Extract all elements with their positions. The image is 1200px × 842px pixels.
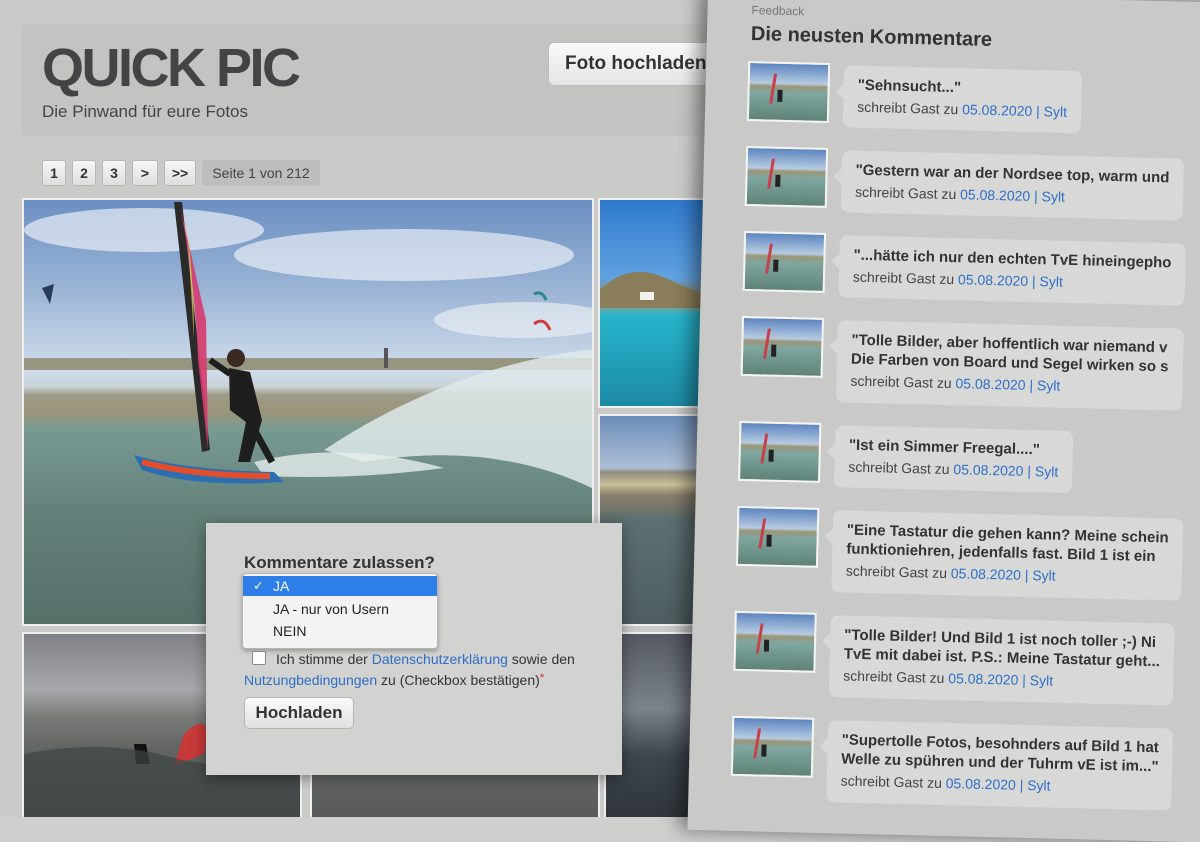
terms-checkbox[interactable] — [252, 651, 266, 665]
comment-thumbnail[interactable] — [744, 145, 829, 208]
terms-text-part: Ich stimme der — [276, 651, 368, 667]
comment-author: schreibt Gast zu — [840, 772, 943, 791]
comment-author: schreibt Gast zu — [845, 562, 948, 582]
rider-graphic — [773, 259, 779, 272]
feedback-panel: Feedback Die neusten Kommentare "Sehnsuc… — [687, 0, 1200, 842]
sail-graphic — [753, 728, 762, 759]
last-page-button[interactable]: >> — [164, 160, 196, 186]
page-3-button[interactable]: 3 — [102, 160, 126, 186]
comment-thumbnail[interactable] — [735, 505, 820, 568]
next-page-button[interactable]: > — [132, 160, 158, 186]
allow-comments-label: Kommentare zulassen? — [244, 553, 435, 572]
comment-thumbnail[interactable] — [738, 420, 822, 483]
comment-date-link[interactable]: 05.08.2020 — [960, 186, 1030, 204]
comment-author: schreibt Gast zu — [852, 268, 955, 288]
sail-graphic — [764, 243, 773, 274]
sail-graphic — [758, 518, 767, 549]
terms-text: Ich stimme der Datenschutzerklärung sowi… — [276, 651, 575, 667]
rider-graphic — [763, 639, 770, 652]
terms-text-part: sowie den — [511, 651, 575, 667]
comment-thumbnail[interactable] — [742, 230, 827, 293]
comment-bubble: "Eine Tastatur die gehen kann? Meine sch… — [831, 510, 1184, 601]
comment-thumbnail[interactable] — [740, 315, 825, 378]
comment-bubble: "Tolle Bilder, aber hoffentlich war niem… — [835, 320, 1184, 411]
comment-item: "Supertolle Fotos, besohnders auf Bild 1… — [730, 715, 1200, 811]
rider-graphic — [771, 344, 777, 357]
sail-graphic — [760, 433, 769, 464]
comment-bubble: "Sehnsucht..." schreibt Gast zu 05.08.20… — [842, 65, 1083, 134]
sail-graphic — [769, 73, 778, 104]
option-yes[interactable]: ✓ JA — [243, 576, 437, 596]
comment-meta: schreibt Gast zu 05.08.2020 | Sylt — [848, 457, 1058, 482]
privacy-policy-link[interactable]: Datenschutzerklärung — [372, 651, 508, 667]
site-subtitle: Die Pinwand für eure Fotos — [42, 102, 248, 121]
comment-location-link[interactable]: | Sylt — [1025, 567, 1056, 584]
sail-graphic — [762, 328, 771, 359]
upload-form: Kommentare zulassen? ✓ JA JA - nur von U… — [206, 523, 622, 775]
terms-text-continued: Nutzungbedingungen zu (Checkbox bestätig… — [244, 672, 544, 688]
comment-meta: schreibt Gast zu 05.08.2020 | Sylt — [857, 97, 1067, 122]
rider-graphic — [768, 449, 774, 462]
comment-date-link[interactable]: 05.08.2020 — [951, 565, 1021, 583]
comment-location-link[interactable]: | Sylt — [1019, 777, 1050, 794]
option-yes-label: JA — [273, 578, 290, 594]
comment-bubble: "Ist ein Simmer Freegal...." schreibt Ga… — [833, 425, 1074, 494]
comment-item: "Gestern war an der Nordsee top, warm un… — [744, 145, 1200, 228]
allow-comments-dropdown[interactable]: ✓ JA JA - nur von Usern NEIN — [242, 573, 438, 649]
page-info: Seite 1 von 212 — [202, 160, 320, 186]
comment-location-link[interactable]: | Sylt — [1029, 377, 1060, 394]
terms-of-use-link[interactable]: Nutzungbedingungen — [244, 672, 377, 688]
latest-comments-heading: Die neusten Kommentare — [750, 23, 993, 51]
comment-bubble: "...hätte ich nur den echten TvE hineing… — [838, 235, 1186, 306]
comment-location-link[interactable]: | Sylt — [1036, 103, 1067, 120]
required-marker: * — [539, 672, 545, 684]
checkmark-icon: ✓ — [253, 578, 264, 593]
comment-item: "Tolle Bilder! Und Bild 1 ist noch tolle… — [733, 610, 1200, 706]
comment-date-link[interactable]: 05.08.2020 — [953, 461, 1023, 479]
comment-location-link[interactable]: | Sylt — [1034, 188, 1065, 205]
comment-item: "Eine Tastatur die gehen kann? Meine sch… — [735, 505, 1200, 601]
rider-graphic — [761, 744, 767, 757]
option-users-only[interactable]: JA - nur von Usern — [243, 599, 437, 619]
comment-bubble: "Gestern war an der Nordsee top, warm un… — [840, 150, 1184, 221]
submit-upload-button[interactable]: Hochladen — [244, 697, 354, 729]
comment-date-link[interactable]: 05.08.2020 — [948, 670, 1018, 688]
terms-text-part: zu (Checkbox bestätigen) — [381, 672, 540, 688]
comment-bubble: "Tolle Bilder! Und Bild 1 ist noch tolle… — [828, 615, 1175, 706]
comment-author: schreibt Gast zu — [850, 372, 952, 392]
upload-photo-button[interactable]: Foto hochladen — [548, 42, 720, 86]
rider-graphic — [775, 174, 781, 187]
comment-text: "Sehnsucht..." — [857, 76, 962, 97]
sail-graphic — [755, 623, 764, 654]
comment-item: "Sehnsucht..." schreibt Gast zu 05.08.20… — [746, 61, 1200, 143]
comment-item: "Tolle Bilder, aber hoffentlich war niem… — [740, 315, 1200, 411]
comment-author: schreibt Gast zu — [848, 458, 950, 478]
comment-item: "...hätte ich nur den echten TvE hineing… — [742, 230, 1200, 313]
comment-thumbnail[interactable] — [730, 715, 815, 778]
page-2-button[interactable]: 2 — [72, 160, 96, 186]
comment-item: "Ist ein Simmer Freegal...." schreibt Ga… — [738, 420, 1200, 503]
comment-location-link[interactable]: | Sylt — [1022, 672, 1053, 689]
feedback-tab-label[interactable]: Feedback — [751, 3, 804, 18]
sail-graphic — [767, 158, 776, 189]
site-title: QUICK PIC — [42, 38, 301, 98]
comment-location-link[interactable]: | Sylt — [1032, 273, 1063, 290]
comment-author: schreibt Gast zu — [856, 98, 959, 118]
comment-text: "Ist ein Simmer Freegal...." — [848, 436, 1041, 459]
comment-date-link[interactable]: 05.08.2020 — [955, 375, 1025, 393]
comment-author: schreibt Gast zu — [854, 183, 957, 203]
comment-bubble: "Supertolle Fotos, besohnders auf Bild 1… — [826, 720, 1174, 811]
comment-author: schreibt Gast zu — [843, 667, 945, 686]
rider-graphic — [777, 89, 783, 102]
comment-date-link[interactable]: 05.08.2020 — [958, 271, 1028, 289]
comment-thumbnail[interactable] — [746, 61, 831, 123]
comment-thumbnail[interactable] — [733, 610, 817, 673]
comment-date-link[interactable]: 05.08.2020 — [946, 775, 1016, 793]
comment-location-link[interactable]: | Sylt — [1027, 463, 1058, 480]
comment-date-link[interactable]: 05.08.2020 — [962, 101, 1032, 119]
rider-graphic — [766, 534, 772, 547]
option-no[interactable]: NEIN — [243, 621, 437, 641]
page-1-button[interactable]: 1 — [42, 160, 66, 186]
